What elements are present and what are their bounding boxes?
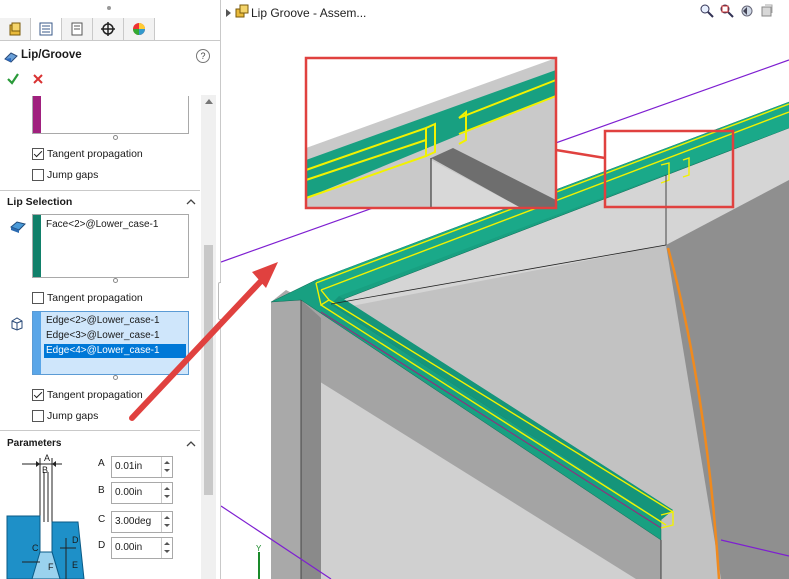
diagram-label-f: F xyxy=(48,562,54,572)
lip-edge-color-bar xyxy=(33,312,41,374)
param-b-label: B xyxy=(98,485,105,496)
property-manager-panel: Lip/Groove ? Tangent propagation Jump ga… xyxy=(0,0,221,579)
lip-face-tangent-label: Tangent propagation xyxy=(47,292,143,304)
lip-edge-tangent-label: Tangent propagation xyxy=(47,389,143,401)
feature-manager-icon xyxy=(9,22,21,36)
ok-button[interactable] xyxy=(6,72,20,86)
lip-edge-tangent-checkbox[interactable] xyxy=(32,389,44,401)
param-b-value[interactable]: 0.00in xyxy=(115,487,142,498)
groove-jump-label: Jump gaps xyxy=(47,169,99,181)
lip-face-color-bar xyxy=(33,215,41,277)
view-triad[interactable]: Y xyxy=(256,544,262,579)
groove-color-bar xyxy=(33,96,41,133)
param-d-spinner[interactable] xyxy=(161,538,172,558)
manager-tabs xyxy=(0,18,220,41)
param-c-spinner[interactable] xyxy=(161,512,172,532)
panel-grip[interactable] xyxy=(107,6,111,10)
param-c-label: C xyxy=(98,514,106,525)
collapse-chevron-icon[interactable] xyxy=(186,440,196,447)
lip-edges-listbox[interactable]: Edge<2>@Lower_case-1 Edge<3>@Lower_case-… xyxy=(32,311,189,375)
lip-edge-jump-checkbox[interactable] xyxy=(32,410,44,422)
param-a-spinner[interactable] xyxy=(161,457,172,477)
lip-selection-header[interactable]: Lip Selection xyxy=(7,196,72,208)
tab-configuration-manager[interactable] xyxy=(62,18,93,40)
listbox-resize-handle[interactable] xyxy=(113,375,118,380)
param-d-label: D xyxy=(98,540,106,551)
param-c-value[interactable]: 3.00deg xyxy=(115,516,151,527)
outer-wall-edge[interactable] xyxy=(301,300,321,579)
param-a-label: A xyxy=(98,458,105,469)
lip-faces-listbox[interactable]: Face<2>@Lower_case-1 xyxy=(32,214,189,278)
param-b-input[interactable]: 0.00in xyxy=(111,482,173,504)
scroll-up-arrow[interactable] xyxy=(205,99,213,104)
tab-display-manager[interactable] xyxy=(124,18,155,40)
panel-title: Lip/Groove xyxy=(21,49,82,61)
lip-face-tangent-checkbox[interactable] xyxy=(32,292,44,304)
property-manager-icon xyxy=(39,22,53,36)
display-manager-icon xyxy=(133,23,145,35)
tab-feature-manager[interactable] xyxy=(0,18,31,40)
lip-edge-item-selected[interactable]: Edge<4>@Lower_case-1 xyxy=(44,344,186,358)
param-a-input[interactable]: 0.01in xyxy=(111,456,173,478)
groove-faces-listbox[interactable] xyxy=(32,96,189,134)
configuration-manager-icon xyxy=(71,22,83,36)
graphics-viewport[interactable]: Lip Groove - Assem... Y xyxy=(221,0,789,579)
face-selection-icon xyxy=(10,221,26,233)
diagram-label-d: D xyxy=(72,535,79,545)
diagram-label-e: E xyxy=(72,560,79,570)
edge-selection-icon xyxy=(11,317,23,331)
param-c-input[interactable]: 3.00deg xyxy=(111,511,173,533)
groove-tangent-checkbox[interactable] xyxy=(32,148,44,160)
groove-tangent-label: Tangent propagation xyxy=(47,148,143,160)
scroll-thumb[interactable] xyxy=(204,245,213,495)
lip-groove-icon xyxy=(4,52,18,63)
section-divider xyxy=(0,430,200,431)
dimxpert-icon xyxy=(101,22,115,36)
tab-property-manager[interactable] xyxy=(31,18,62,40)
parameters-header[interactable]: Parameters xyxy=(7,438,61,449)
lip-edge-item[interactable]: Edge<3>@Lower_case-1 xyxy=(44,329,160,343)
groove-jump-checkbox[interactable] xyxy=(32,169,44,181)
model-scene[interactable]: Y xyxy=(221,0,789,579)
lip-face-item[interactable]: Face<2>@Lower_case-1 xyxy=(44,218,158,232)
panel-scrollbar[interactable] xyxy=(201,95,216,579)
lip-edge-jump-label: Jump gaps xyxy=(47,410,99,422)
collapse-chevron-icon[interactable] xyxy=(186,198,196,205)
panel-titlebar: Lip/Groove ? xyxy=(0,46,220,66)
param-b-spinner[interactable] xyxy=(161,483,172,503)
section-divider xyxy=(0,190,200,191)
lip-edge-item[interactable]: Edge<2>@Lower_case-1 xyxy=(44,314,160,328)
diagram-label-c: C xyxy=(32,543,39,553)
cancel-button[interactable] xyxy=(32,73,44,85)
tab-dimxpert[interactable] xyxy=(93,18,124,40)
listbox-resize-handle[interactable] xyxy=(113,278,118,283)
triad-y-label: Y xyxy=(256,544,262,553)
help-button[interactable]: ? xyxy=(196,49,210,63)
diagram-label-a: A xyxy=(44,453,51,463)
param-a-value[interactable]: 0.01in xyxy=(115,461,142,472)
diagram-label-b: B xyxy=(42,465,49,475)
outer-wall-left[interactable] xyxy=(271,290,301,579)
param-d-value[interactable]: 0.00in xyxy=(115,542,142,553)
param-d-input[interactable]: 0.00in xyxy=(111,537,173,559)
listbox-resize-handle[interactable] xyxy=(113,135,118,140)
